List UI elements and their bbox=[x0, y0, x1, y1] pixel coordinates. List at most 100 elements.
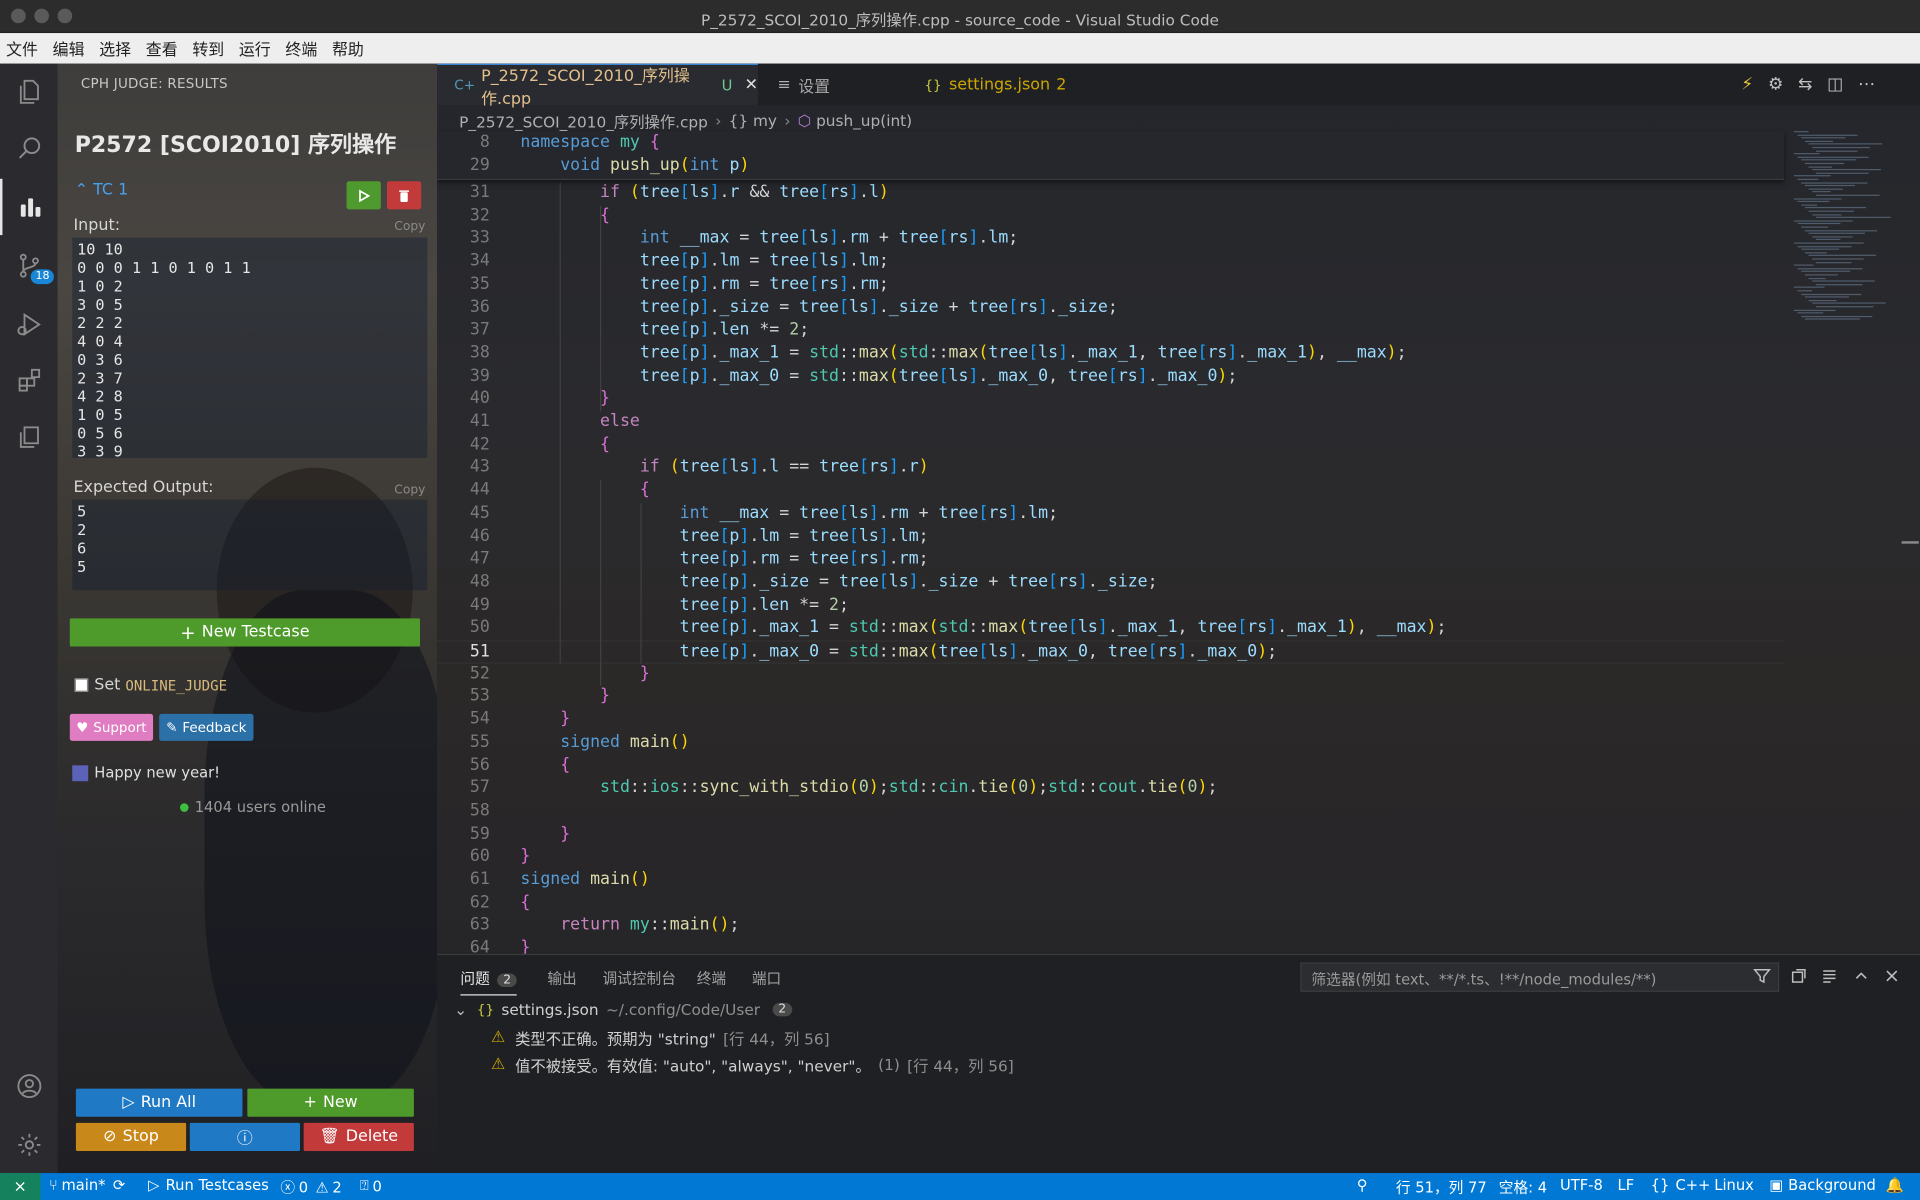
line-number: 35 bbox=[469, 274, 490, 294]
copy-input-link[interactable]: Copy bbox=[394, 220, 425, 233]
tab-source-file[interactable]: C+ P_2572_SCOI_2010_序列操作.cpp U ✕ bbox=[437, 63, 758, 108]
delete-all-button[interactable]: 🗑 Delete bbox=[303, 1122, 414, 1152]
remote-explorer-button[interactable] bbox=[0, 409, 58, 465]
json-icon: {} bbox=[476, 1001, 495, 1018]
problem-item[interactable]: ⚠ 值不被接受。有效值: "auto", "always", "never"。 … bbox=[491, 1053, 1014, 1076]
breadcrumb-namespace[interactable]: {} my bbox=[729, 111, 777, 129]
editor-actions: ⚡ ⚙ ⇆ ◫ ⋯ bbox=[1741, 75, 1875, 95]
problem-location: [行 44，列 56] bbox=[723, 1029, 830, 1049]
method-icon: ⬡ bbox=[797, 111, 812, 130]
line-number: 54 bbox=[469, 709, 490, 729]
manage-button[interactable] bbox=[0, 1117, 58, 1173]
minimap-line bbox=[1793, 197, 1842, 200]
minimap-line bbox=[1797, 156, 1869, 158]
more-actions-icon[interactable]: ⋯ bbox=[1858, 75, 1875, 95]
breadcrumb-file[interactable]: P_2572_SCOI_2010_序列操作.cpp bbox=[459, 109, 708, 132]
new-button[interactable]: + New bbox=[247, 1088, 414, 1117]
indentation[interactable]: 空格: 4 bbox=[1499, 1177, 1547, 1198]
info-button[interactable]: ⓘ bbox=[189, 1122, 300, 1152]
menu-selection[interactable]: 选择 bbox=[99, 37, 131, 60]
problem-item[interactable]: ⚠ 类型不正确。预期为 "string" [行 44，列 56] bbox=[491, 1026, 830, 1049]
code-text: void push_up(int p) bbox=[560, 155, 750, 175]
scrollbar-slider[interactable] bbox=[1901, 541, 1919, 544]
error-icon: ⓧ bbox=[280, 1179, 296, 1197]
tab-ports[interactable]: 端口 bbox=[752, 967, 781, 988]
tab-terminal[interactable]: 终端 bbox=[697, 967, 726, 988]
cph-judge-button[interactable] bbox=[0, 178, 58, 236]
end-of-line[interactable]: LF bbox=[1618, 1177, 1635, 1194]
code-line[interactable]: 51 tree[p]._max_0 = std::max(tree[ls]._m… bbox=[437, 640, 1785, 664]
problem-group-settings-json[interactable]: ⌄ {} settings.json ~/.config/Code/User 2 bbox=[454, 1000, 793, 1019]
menu-file[interactable]: 文件 bbox=[6, 37, 38, 60]
line-number: 44 bbox=[469, 480, 490, 500]
split-editor-icon[interactable]: ◫ bbox=[1827, 75, 1843, 95]
run-testcase-button[interactable] bbox=[346, 181, 381, 210]
testcase-header[interactable]: ⌃ TC 1 bbox=[75, 181, 129, 199]
source-control-button[interactable]: 18 bbox=[0, 238, 58, 294]
platform[interactable]: Linux bbox=[1714, 1177, 1754, 1194]
new-testcase-button[interactable]: + New Testcase bbox=[69, 618, 420, 647]
ports-indicator[interactable]: ⍰ 0 bbox=[360, 1177, 382, 1195]
cph-run-icon[interactable]: ⚡ bbox=[1741, 75, 1753, 95]
explorer-button[interactable] bbox=[0, 64, 58, 120]
cursor-position[interactable]: 行 51，列 77 bbox=[1396, 1177, 1487, 1198]
problems-filter-input[interactable]: 筛选器(例如 text、**/*.ts、!**/node_modules/**) bbox=[1300, 962, 1780, 992]
close-icon[interactable]: ✕ bbox=[745, 76, 758, 94]
view-as-list-icon[interactable] bbox=[1820, 966, 1840, 986]
tab-settings-json-label: settings.json bbox=[948, 75, 1051, 94]
collapse-all-icon[interactable] bbox=[1789, 966, 1809, 986]
problem-location: [行 44，列 56] bbox=[907, 1056, 1014, 1076]
run-all-label: Run All bbox=[140, 1093, 197, 1112]
compare-icon[interactable]: ⇆ bbox=[1798, 75, 1812, 95]
code-text: tree[p].len *= 2; bbox=[679, 594, 849, 615]
branch-indicator[interactable]: ⑂ main* ⟳ bbox=[49, 1177, 125, 1194]
copy-expected-link[interactable]: Copy bbox=[394, 484, 425, 497]
breadcrumb-function[interactable]: push_up(int) bbox=[816, 111, 912, 129]
menu-terminal[interactable]: 终端 bbox=[285, 37, 317, 60]
code-text: } bbox=[560, 709, 571, 729]
encoding[interactable]: UTF-8 bbox=[1560, 1177, 1603, 1194]
input-textarea[interactable]: 10 10 0 0 0 1 1 0 1 0 1 1 1 0 2 3 0 5 2 … bbox=[72, 237, 428, 460]
minimap[interactable] bbox=[1789, 131, 1891, 327]
tab-problems[interactable]: 问题 2 bbox=[460, 967, 518, 996]
language-mode[interactable]: {} C++ bbox=[1651, 1177, 1711, 1194]
run-debug-button[interactable] bbox=[0, 296, 58, 352]
close-panel-icon[interactable] bbox=[1882, 966, 1902, 986]
line-number: 34 bbox=[469, 251, 490, 271]
tab-settings[interactable]: ≡ 设置 bbox=[760, 64, 904, 106]
tab-debug-console[interactable]: 调试控制台 bbox=[602, 967, 675, 988]
code-text: } bbox=[600, 686, 611, 706]
problems-count-badge: 2 bbox=[497, 973, 518, 987]
expected-output-textarea[interactable]: 5 2 6 5 bbox=[72, 499, 428, 591]
feedback-button[interactable]: ✎ Feedback bbox=[159, 713, 254, 741]
problems-indicator[interactable]: ⓧ 0 ⚠ 2 bbox=[280, 1177, 341, 1198]
online-judge-code: ONLINE_JUDGE bbox=[125, 676, 228, 694]
support-button[interactable]: ♥ Support bbox=[69, 713, 154, 741]
settings-gear-icon[interactable]: ⚙ bbox=[1768, 75, 1783, 95]
notifications-button[interactable]: 🔔 bbox=[1886, 1177, 1904, 1194]
remote-indicator[interactable]: ⨯ bbox=[0, 1173, 41, 1200]
online-judge-checkbox[interactable] bbox=[74, 678, 89, 692]
menu-go[interactable]: 转到 bbox=[192, 37, 224, 60]
run-testcases-button[interactable]: ▷ Run Testcases bbox=[148, 1177, 269, 1194]
maximize-panel-icon[interactable] bbox=[1851, 966, 1871, 986]
background-toggle[interactable]: ▣ Background bbox=[1769, 1177, 1875, 1194]
tab-output[interactable]: 输出 bbox=[547, 967, 576, 988]
extensions-button[interactable] bbox=[0, 353, 58, 409]
accounts-button[interactable] bbox=[0, 1058, 58, 1114]
stop-button[interactable]: ⊘ Stop bbox=[75, 1122, 187, 1152]
line-number: 38 bbox=[469, 342, 490, 363]
menu-view[interactable]: 查看 bbox=[146, 37, 178, 60]
tab-settings-json[interactable]: {} settings.json 2 bbox=[907, 64, 1078, 106]
menu-edit[interactable]: 编辑 bbox=[53, 37, 85, 60]
search-button[interactable] bbox=[0, 120, 58, 176]
minimap-line bbox=[1812, 169, 1881, 171]
run-all-button[interactable]: ▷ Run All bbox=[75, 1088, 243, 1117]
menu-help[interactable]: 帮助 bbox=[332, 37, 364, 60]
zoom-indicator[interactable]: ⚲ bbox=[1357, 1177, 1368, 1194]
delete-testcase-button[interactable] bbox=[386, 181, 422, 210]
filter-icon[interactable] bbox=[1752, 966, 1772, 986]
minimap-line bbox=[1808, 166, 1832, 168]
menu-run[interactable]: 运行 bbox=[239, 37, 271, 60]
bar-chart-icon bbox=[20, 198, 40, 217]
